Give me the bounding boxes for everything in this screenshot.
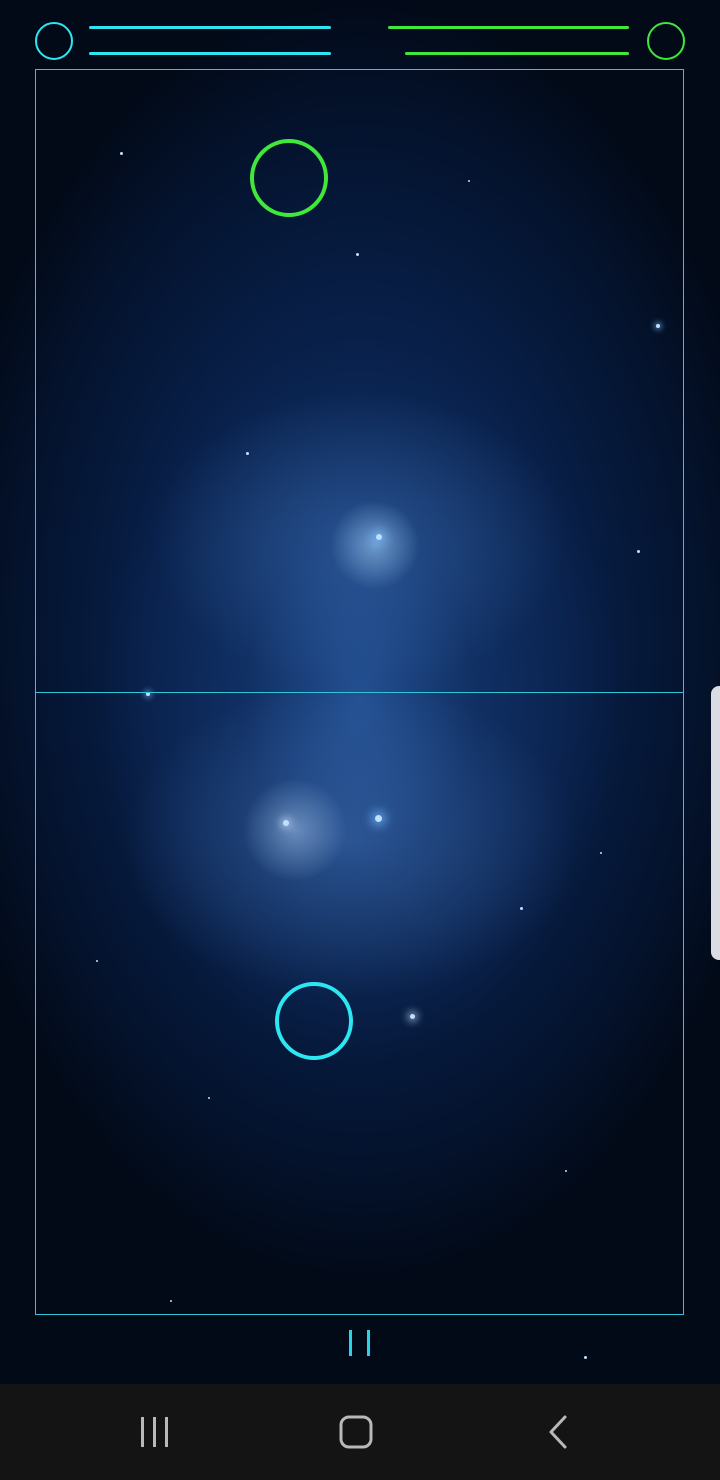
player1-paddle[interactable] — [275, 982, 353, 1060]
edge-panel-handle[interactable] — [711, 686, 720, 960]
player1-status-bar-top — [89, 26, 331, 29]
player1-status-bar-bottom — [89, 52, 331, 55]
game-screen — [0, 0, 720, 1480]
home-icon — [339, 1415, 373, 1449]
pause-button[interactable] — [340, 1326, 380, 1360]
back-icon — [549, 1415, 567, 1449]
game-field[interactable] — [35, 69, 684, 1315]
player2-indicator-circle — [647, 22, 685, 60]
player1-indicator-circle — [35, 22, 73, 60]
navigation-bar — [0, 1384, 720, 1480]
recent-apps-button[interactable] — [125, 1408, 185, 1456]
player2-paddle[interactable] — [250, 139, 328, 217]
back-button[interactable] — [527, 1408, 587, 1456]
player2-status-bar-bottom — [405, 52, 629, 55]
recent-apps-icon — [141, 1417, 168, 1447]
star — [584, 1356, 587, 1359]
center-line — [36, 692, 683, 693]
home-button[interactable] — [326, 1408, 386, 1456]
player2-status-bar-top — [388, 26, 629, 29]
